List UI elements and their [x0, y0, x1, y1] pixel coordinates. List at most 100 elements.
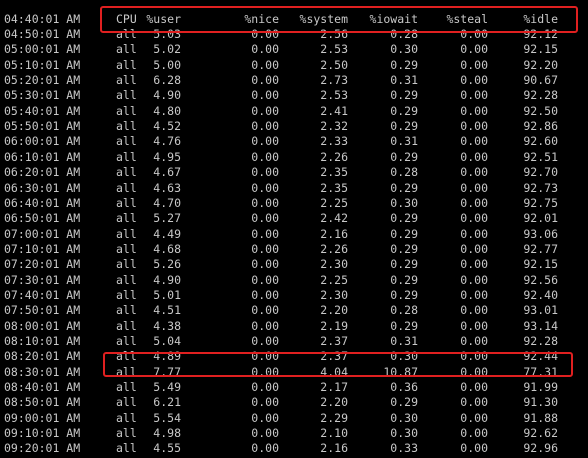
- cell-user: 5.02: [153, 42, 181, 57]
- table-row: 06:00:01 AM all 4.76 0.00 2.33 0.31 0.00 92.60: [0, 134, 588, 149]
- cell-idle: 92.40: [523, 287, 558, 302]
- cell-steal: 0.00: [460, 180, 488, 195]
- cell-nice: 0.00: [251, 134, 279, 149]
- cell-time: 07:40:01 AM: [4, 287, 81, 302]
- header-nice: %nice: [244, 12, 279, 26]
- cell-cpu: all: [116, 426, 137, 441]
- cell-cpu: all: [116, 226, 137, 241]
- cell-nice: 0.00: [251, 149, 279, 164]
- cell-cpu: all: [116, 57, 137, 72]
- cell-idle: 92.15: [523, 42, 558, 57]
- cell-user: 5.54: [153, 410, 181, 425]
- cell-iowait: 0.31: [390, 73, 418, 88]
- cell-user: 5.03: [153, 27, 181, 41]
- cell-time: 08:40:01 AM: [4, 380, 81, 395]
- cell-idle: 92.75: [523, 195, 558, 210]
- cell-steal: 0.00: [460, 211, 488, 226]
- sar-header-row: 04:40:01 AM CPU %user %nice %system %iow…: [0, 12, 588, 27]
- table-row: 05:20:01 AM all 6.28 0.00 2.73 0.31 0.00 90.67: [0, 73, 588, 88]
- table-row: 09:10:01 AM all 4.98 0.00 2.10 0.30 0.00 92.62: [0, 426, 588, 441]
- cell-steal: 0.00: [460, 426, 488, 441]
- cell-time: 07:20:01 AM: [4, 257, 81, 272]
- header-time: 04:40:01 AM: [4, 12, 81, 26]
- cell-time: 05:10:01 AM: [4, 57, 81, 72]
- cell-user: 5.49: [153, 380, 181, 395]
- cell-time: 07:00:01 AM: [4, 226, 81, 241]
- cell-nice: 0.00: [251, 287, 279, 302]
- cell-steal: 0.00: [460, 380, 488, 395]
- cell-system: 2.41: [320, 103, 348, 118]
- cell-system: 2.25: [320, 195, 348, 210]
- table-row: 05:00:01 AM all 5.02 0.00 2.53 0.30 0.00 92.15: [0, 42, 588, 57]
- table-row: 07:50:01 AM all 4.51 0.00 2.20 0.28 0.00 93.01: [0, 303, 588, 318]
- table-row: 07:10:01 AM all 4.68 0.00 2.26 0.29 0.00 92.77: [0, 242, 588, 257]
- cell-idle: 90.67: [523, 73, 558, 88]
- cell-system: 2.33: [320, 134, 348, 149]
- cell-user: 4.52: [153, 119, 181, 134]
- cell-cpu: all: [116, 380, 137, 395]
- cell-system: 2.35: [320, 180, 348, 195]
- cell-steal: 0.00: [460, 73, 488, 88]
- cell-steal: 0.00: [460, 349, 488, 364]
- cell-cpu: all: [116, 27, 137, 41]
- cell-system: 2.56: [320, 27, 348, 41]
- cell-time: 09:10:01 AM: [4, 426, 81, 441]
- cell-cpu: all: [116, 410, 137, 425]
- cell-cpu: all: [116, 349, 137, 364]
- table-row: 06:10:01 AM all 4.95 0.00 2.26 0.29 0.00 92.51: [0, 150, 588, 165]
- cell-iowait: 0.29: [390, 257, 418, 272]
- cell-steal: 0.00: [460, 149, 488, 164]
- cell-nice: 0.00: [251, 426, 279, 441]
- cell-iowait: 0.30: [390, 410, 418, 425]
- cell-iowait: 0.29: [390, 287, 418, 302]
- cell-cpu: all: [116, 287, 137, 302]
- cell-steal: 0.00: [460, 410, 488, 425]
- cell-iowait: 0.31: [390, 134, 418, 149]
- cell-user: 4.80: [153, 103, 181, 118]
- cell-iowait: 0.29: [390, 211, 418, 226]
- cell-time: 06:50:01 AM: [4, 211, 81, 226]
- cell-iowait: 0.30: [390, 349, 418, 364]
- cell-idle: 92.62: [523, 426, 558, 441]
- cell-nice: 0.00: [251, 180, 279, 195]
- cell-idle: 93.01: [523, 303, 558, 318]
- header-user: %user: [146, 12, 181, 26]
- cell-system: 2.42: [320, 211, 348, 226]
- cell-user: 4.49: [153, 226, 181, 241]
- cell-time: 05:20:01 AM: [4, 73, 81, 88]
- cell-system: 2.19: [320, 318, 348, 333]
- cell-idle: 92.96: [523, 441, 558, 456]
- table-row: 06:50:01 AM all 5.27 0.00 2.42 0.29 0.00 92.01: [0, 211, 588, 226]
- cell-cpu: all: [116, 241, 137, 256]
- cell-cpu: all: [116, 103, 137, 118]
- table-row: 08:40:01 AM all 5.49 0.00 2.17 0.36 0.00 91.99: [0, 380, 588, 395]
- cell-nice: 0.00: [251, 334, 279, 348]
- cell-user: 4.67: [153, 165, 181, 180]
- cell-user: 6.21: [153, 395, 181, 410]
- header-cpu: CPU: [116, 12, 137, 26]
- cell-time: 07:10:01 AM: [4, 241, 81, 256]
- cell-system: 2.53: [320, 88, 348, 103]
- cell-iowait: 0.33: [390, 441, 418, 456]
- table-row: 05:10:01 AM all 5.00 0.00 2.50 0.29 0.00 92.20: [0, 58, 588, 73]
- cell-iowait: 0.29: [390, 149, 418, 164]
- cell-idle: 92.70: [523, 165, 558, 180]
- cell-system: 2.37: [320, 334, 348, 348]
- cell-nice: 0.00: [251, 119, 279, 134]
- cell-nice: 0.00: [251, 395, 279, 410]
- cell-time: 07:30:01 AM: [4, 272, 81, 287]
- cell-nice: 0.00: [251, 272, 279, 287]
- cell-iowait: 0.29: [390, 226, 418, 241]
- cell-nice: 0.00: [251, 441, 279, 456]
- cell-iowait: 0.29: [390, 119, 418, 134]
- cell-cpu: all: [116, 272, 137, 287]
- cell-idle: 92.51: [523, 149, 558, 164]
- cell-idle: 92.15: [523, 257, 558, 272]
- cell-steal: 0.00: [460, 195, 488, 210]
- table-row: 08:20:01 AM all 4.89 0.00 2.37 0.30 0.00 92.44: [0, 349, 588, 364]
- table-row: 09:20:01 AM all 4.55 0.00 2.16 0.33 0.00 92.96: [0, 441, 588, 456]
- cell-time: 06:10:01 AM: [4, 149, 81, 164]
- cell-system: 2.50: [320, 57, 348, 72]
- cell-idle: 92.86: [523, 119, 558, 134]
- cell-system: 2.30: [320, 287, 348, 302]
